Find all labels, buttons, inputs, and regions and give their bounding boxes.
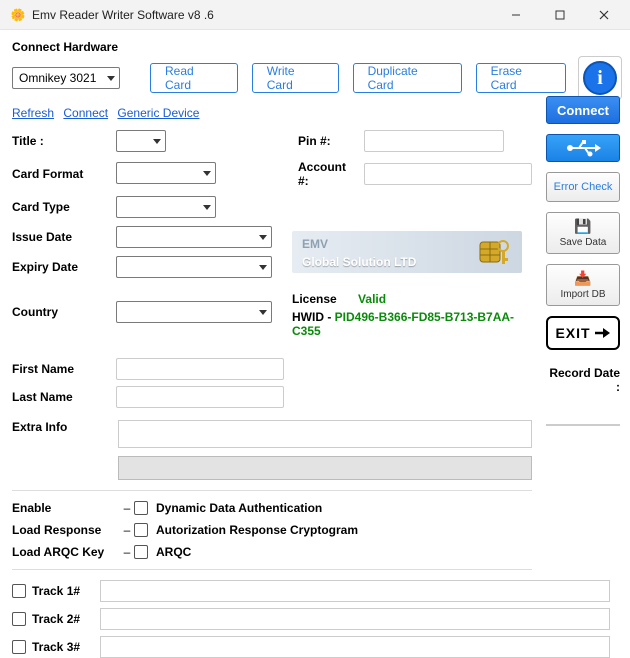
title-bar: 🌼 Emv Reader Writer Software v8 .6: [0, 0, 630, 30]
usb-button[interactable]: [546, 134, 620, 162]
save-icon: 💾: [574, 218, 591, 235]
track2-checkbox[interactable]: [12, 612, 26, 626]
pin-label: Pin #:: [292, 134, 358, 148]
minimize-button[interactable]: [494, 0, 538, 30]
app-icon: 🌼: [10, 7, 26, 23]
connect-hardware-label: Connect Hardware: [12, 40, 622, 54]
chip-key-icon: [478, 236, 510, 268]
arqc-label: ARQC: [156, 545, 191, 559]
title-select[interactable]: [116, 130, 166, 152]
first-name-label: First Name: [12, 362, 108, 376]
arqc-checkbox[interactable]: [134, 545, 148, 559]
chevron-down-icon: [259, 233, 267, 241]
banner-line1: EMV: [302, 237, 328, 251]
chevron-down-icon: [203, 169, 211, 177]
generic-device-link[interactable]: Generic Device: [117, 106, 199, 120]
emv-banner: EMV Global Solution LTD: [292, 231, 522, 273]
extra-info-readonly: [118, 456, 532, 480]
dda-checkbox[interactable]: [134, 501, 148, 515]
chevron-down-icon: [153, 137, 161, 145]
track3-checkbox[interactable]: [12, 640, 26, 654]
track1-label: Track 1#: [32, 584, 80, 598]
hwid-row: HWID - PID496-B366-FD85-B713-B7AA-C355: [292, 310, 532, 338]
card-format-label: Card Format: [12, 167, 108, 181]
last-name-label: Last Name: [12, 390, 108, 404]
account-label: Account #:: [292, 160, 358, 188]
card-type-label: Card Type: [12, 200, 108, 214]
chevron-down-icon: [259, 308, 267, 316]
maximize-button[interactable]: [538, 0, 582, 30]
exit-button[interactable]: EXIT: [546, 316, 620, 350]
license-label: License: [292, 292, 337, 306]
close-button[interactable]: [582, 0, 626, 30]
track2-input[interactable]: [100, 608, 610, 630]
extra-info-label: Extra Info: [12, 420, 108, 434]
expiry-date-select[interactable]: [116, 256, 272, 278]
window-title: Emv Reader Writer Software v8 .6: [32, 8, 214, 22]
country-select[interactable]: [116, 301, 272, 323]
extra-info-input[interactable]: [118, 420, 532, 448]
chevron-down-icon: [107, 74, 115, 82]
read-card-button[interactable]: Read Card: [150, 63, 238, 93]
last-name-input[interactable]: [116, 386, 284, 408]
duplicate-card-button[interactable]: Duplicate Card: [353, 63, 462, 93]
hardware-device-select[interactable]: Omnikey 3021: [12, 67, 120, 89]
title-label: Title :: [12, 134, 108, 148]
track3-input[interactable]: [100, 636, 610, 658]
load-response-label: Load Response: [12, 523, 122, 537]
erase-card-button[interactable]: Erase Card: [476, 63, 566, 93]
import-db-button[interactable]: 📥 Import DB: [546, 264, 620, 306]
first-name-input[interactable]: [116, 358, 284, 380]
track2-label: Track 2#: [32, 612, 80, 626]
account-input[interactable]: [364, 163, 532, 185]
track1-input[interactable]: [100, 580, 610, 602]
error-check-button[interactable]: Error Check: [546, 172, 620, 202]
info-icon: i: [583, 61, 617, 95]
connect-link[interactable]: Connect: [63, 106, 108, 120]
track3-label: Track 3#: [32, 640, 80, 654]
refresh-link[interactable]: Refresh: [12, 106, 54, 120]
connect-button[interactable]: Connect: [546, 96, 620, 124]
exit-arrow-icon: [593, 326, 611, 340]
import-icon: 📥: [574, 270, 591, 287]
issue-date-label: Issue Date: [12, 230, 108, 244]
country-label: Country: [12, 305, 108, 319]
info-button[interactable]: i: [578, 56, 622, 100]
save-data-button[interactable]: 💾 Save Data: [546, 212, 620, 254]
card-type-select[interactable]: [116, 196, 216, 218]
hardware-device-value: Omnikey 3021: [19, 71, 96, 85]
hwid-label: HWID -: [292, 310, 335, 324]
separator: [12, 490, 532, 491]
chevron-down-icon: [259, 263, 267, 271]
separator: [12, 569, 532, 570]
record-date-label: Record Date :: [546, 366, 620, 394]
load-arqc-key-label: Load ARQC Key: [12, 545, 122, 559]
chevron-down-icon: [203, 203, 211, 211]
issue-date-select[interactable]: [116, 226, 272, 248]
dda-label: Dynamic Data Authentication: [156, 501, 322, 515]
license-status: Valid: [358, 292, 386, 306]
pin-input[interactable]: [364, 130, 504, 152]
arc-checkbox[interactable]: [134, 523, 148, 537]
banner-line2: Global Solution LTD: [302, 255, 416, 269]
record-date-value: [546, 406, 620, 426]
card-format-select[interactable]: [116, 162, 216, 184]
hardware-links: Refresh Connect Generic Device: [12, 106, 622, 120]
write-card-button[interactable]: Write Card: [252, 63, 339, 93]
arc-label: Autorization Response Cryptogram: [156, 523, 358, 537]
track1-checkbox[interactable]: [12, 584, 26, 598]
license-row: License Valid: [292, 292, 532, 306]
usb-icon: [565, 139, 601, 157]
enable-label: Enable: [12, 501, 122, 515]
expiry-date-label: Expiry Date: [12, 260, 108, 274]
